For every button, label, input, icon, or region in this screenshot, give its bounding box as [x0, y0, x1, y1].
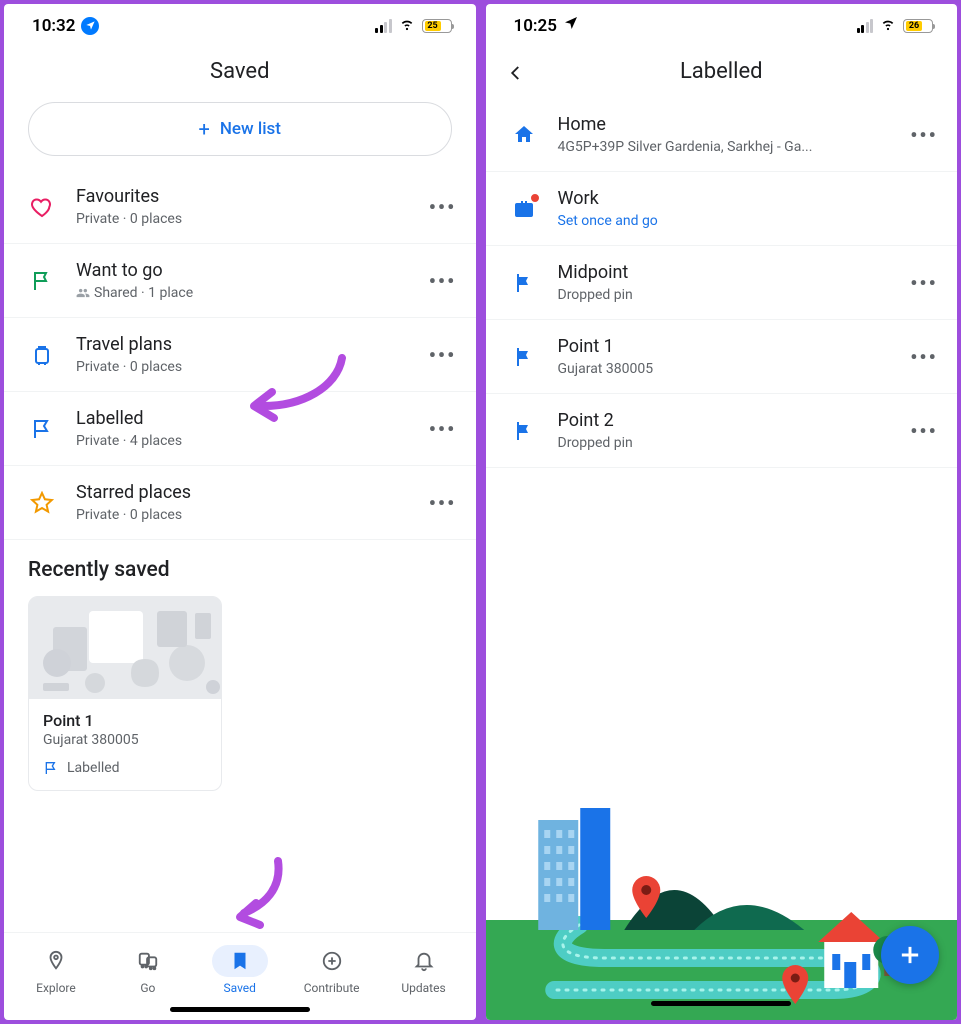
bell-icon — [413, 950, 435, 972]
cellular-icon — [857, 19, 874, 33]
recent-title: Point 1 — [43, 711, 207, 730]
plus-circle-icon — [321, 950, 343, 972]
wifi-icon — [398, 14, 416, 37]
flag-icon — [510, 417, 538, 445]
status-indicators: 26 — [857, 14, 934, 37]
plus-icon — [896, 941, 924, 969]
header: Labelled — [486, 41, 958, 98]
status-bar: 10:25 26 — [486, 4, 958, 41]
nav-contribute[interactable]: Contribute — [297, 941, 367, 999]
labelled-row-home[interactable]: Home 4G5P+39P Silver Gardenia, Sarkhej -… — [486, 98, 958, 172]
bottom-nav: Explore Go Saved Contribute Updates — [4, 932, 476, 1001]
saved-screen: 10:32 25 Saved + New list — [4, 4, 476, 1020]
back-button[interactable] — [502, 59, 530, 87]
recent-tag: Labelled — [43, 760, 207, 776]
recent-subtitle: Gujarat 380005 — [43, 732, 207, 748]
more-menu-button[interactable]: ••• — [909, 268, 939, 298]
battery-icon: 25 — [422, 19, 452, 33]
header: Saved — [4, 41, 476, 98]
more-menu-button[interactable]: ••• — [428, 266, 458, 296]
more-menu-button[interactable]: ••• — [428, 192, 458, 222]
labelled-row-point2[interactable]: Point 2 Dropped pin ••• — [486, 394, 958, 468]
recently-saved-heading: Recently saved — [4, 540, 476, 596]
flag-open-icon — [28, 415, 56, 443]
more-menu-button[interactable]: ••• — [909, 120, 939, 150]
list-row-travel-plans[interactable]: Travel plans Private · 0 places ••• — [4, 318, 476, 392]
annotation-arrow-icon — [220, 855, 300, 935]
cellular-icon — [375, 19, 392, 33]
transit-icon — [137, 950, 159, 972]
nav-go[interactable]: Go — [113, 941, 183, 999]
list-row-labelled[interactable]: Labelled Private · 4 places ••• — [4, 392, 476, 466]
bookmark-icon — [229, 950, 251, 972]
more-menu-button[interactable]: ••• — [428, 488, 458, 518]
nav-updates[interactable]: Updates — [389, 941, 459, 999]
home-indicator[interactable] — [170, 1007, 310, 1012]
star-icon — [28, 489, 56, 517]
more-menu-button[interactable]: ••• — [428, 414, 458, 444]
home-icon — [510, 121, 538, 149]
wifi-icon — [879, 14, 897, 37]
nav-explore[interactable]: Explore — [21, 941, 91, 999]
labelled-row-work[interactable]: Work Set once and go — [486, 172, 958, 246]
plus-icon: + — [199, 117, 210, 141]
list-row-want-to-go[interactable]: Want to go Shared · 1 place ••• — [4, 244, 476, 318]
pin-icon — [45, 950, 67, 972]
status-indicators: 25 — [375, 14, 452, 37]
home-indicator[interactable] — [651, 1001, 791, 1006]
recent-thumbnail — [29, 597, 221, 699]
nav-saved[interactable]: Saved — [205, 941, 275, 999]
footer-illustration — [486, 790, 958, 1020]
add-fab-button[interactable] — [881, 926, 939, 984]
labelled-row-midpoint[interactable]: Midpoint Dropped pin ••• — [486, 246, 958, 320]
more-menu-button[interactable]: ••• — [909, 416, 939, 446]
location-icon — [563, 15, 579, 36]
flag-icon — [510, 269, 538, 297]
notification-badge-icon — [530, 193, 540, 203]
status-bar: 10:32 25 — [4, 4, 476, 41]
heart-icon — [28, 193, 56, 221]
page-title: Labelled — [486, 59, 958, 84]
status-time: 10:25 — [514, 16, 557, 36]
more-menu-button[interactable]: ••• — [428, 340, 458, 370]
new-list-label: New list — [220, 119, 281, 139]
briefcase-icon — [510, 195, 538, 223]
status-time: 10:32 — [32, 16, 75, 36]
page-title: Saved — [4, 59, 476, 84]
suitcase-icon — [28, 341, 56, 369]
more-menu-button[interactable]: ••• — [909, 342, 939, 372]
list-row-starred[interactable]: Starred places Private · 0 places ••• — [4, 466, 476, 540]
battery-icon: 26 — [903, 19, 933, 33]
flag-outline-icon — [28, 267, 56, 295]
list-row-favourites[interactable]: Favourites Private · 0 places ••• — [4, 170, 476, 244]
flag-icon — [510, 343, 538, 371]
labelled-row-point1[interactable]: Point 1 Gujarat 380005 ••• — [486, 320, 958, 394]
labelled-screen: 10:25 26 Labelled Home — [486, 4, 958, 1020]
new-list-button[interactable]: + New list — [28, 102, 452, 156]
recent-saved-card[interactable]: Point 1 Gujarat 380005 Labelled — [28, 596, 222, 791]
location-active-icon — [81, 17, 99, 35]
